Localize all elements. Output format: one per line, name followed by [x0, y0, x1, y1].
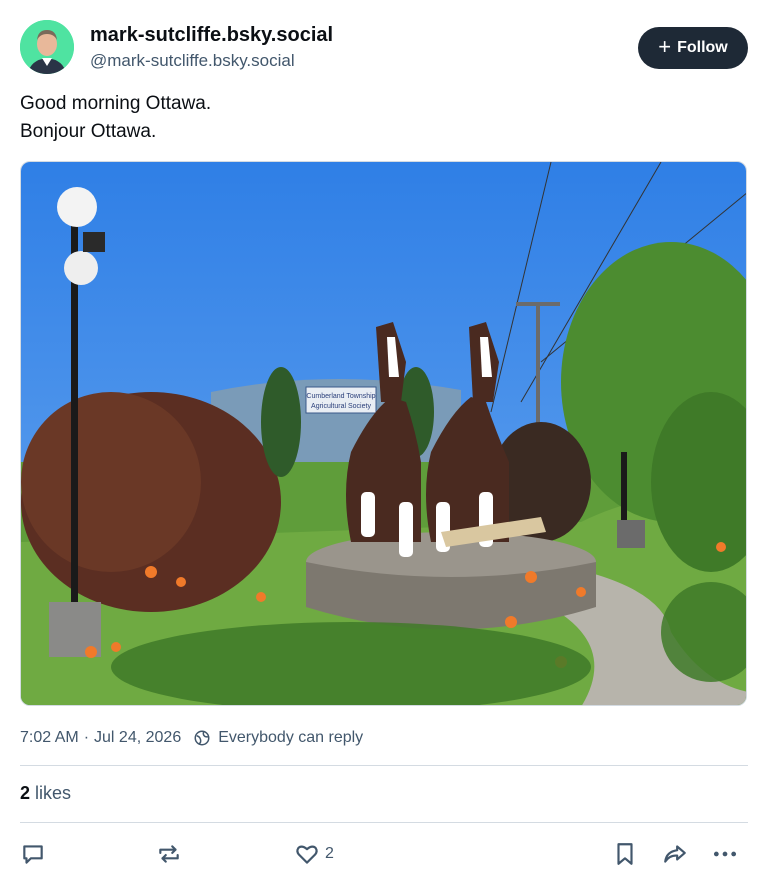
follow-label: Follow: [677, 39, 728, 56]
bookmark-icon: [617, 843, 633, 865]
reply-setting: Everybody can reply: [193, 729, 363, 747]
post-image[interactable]: Cumberland Township Agricultural Society: [20, 161, 747, 706]
like-button[interactable]: 2: [294, 838, 334, 870]
post-meta: 7:02 AM · Jul 24, 2026 Everybody can rep…: [20, 726, 363, 750]
reply-setting-label: Everybody can reply: [218, 729, 364, 746]
like-count: 2: [325, 845, 334, 862]
divider: [20, 765, 748, 766]
sign-line: Agricultural Society: [311, 403, 371, 410]
meta-separator: ·: [83, 729, 90, 746]
avatar[interactable]: [20, 20, 74, 74]
plus-icon: +: [658, 34, 672, 59]
post-text: Good morning Ottawa. Bonjour Ottawa.: [20, 90, 211, 146]
repost-button[interactable]: [156, 838, 182, 870]
post-actions: 2: [20, 838, 748, 870]
post-date[interactable]: Jul 24, 2026: [94, 729, 181, 747]
author-display-name[interactable]: mark-sutcliffe.bsky.social: [90, 22, 333, 48]
divider: [20, 822, 748, 823]
post-line: Good morning Ottawa.: [20, 93, 212, 114]
heart-icon: [296, 845, 318, 864]
more-options-button[interactable]: [712, 838, 738, 870]
share-icon: [664, 845, 686, 863]
more-icon: [713, 851, 737, 857]
reply-button[interactable]: [20, 838, 46, 870]
post-time[interactable]: 7:02 AM: [20, 729, 79, 747]
globe-icon: [194, 730, 210, 746]
likes-count[interactable]: 2 likes: [20, 781, 71, 805]
avatar-image: [20, 20, 74, 74]
author-handle[interactable]: @mark-sutcliffe.bsky.social: [90, 49, 333, 73]
post-header: mark-sutcliffe.bsky.social @mark-sutclif…: [20, 20, 748, 76]
sign-line: Cumberland Township: [306, 393, 375, 400]
repost-icon: [159, 845, 179, 863]
reply-icon: [23, 845, 43, 864]
horse-statues-photo: Cumberland Township Agricultural Society: [21, 162, 746, 705]
bookmark-button[interactable]: [612, 838, 638, 870]
follow-button[interactable]: + Follow: [638, 27, 748, 69]
share-button[interactable]: [662, 838, 688, 870]
author-names: mark-sutcliffe.bsky.social @mark-sutclif…: [90, 22, 333, 73]
likes-label: likes: [35, 783, 72, 803]
likes-number: 2: [20, 783, 31, 803]
post-line: Bonjour Ottawa.: [20, 121, 157, 142]
